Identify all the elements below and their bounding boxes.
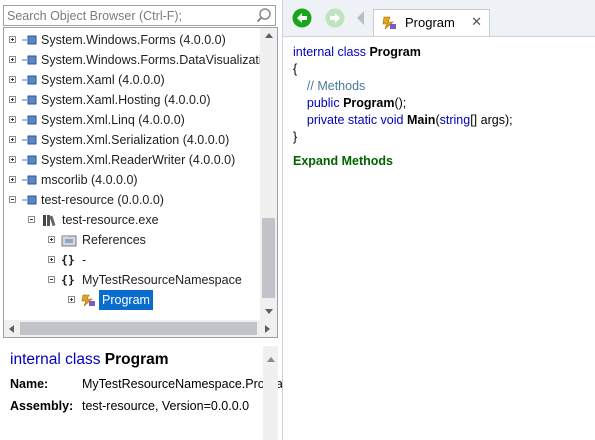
search-icon[interactable] [255, 7, 273, 24]
assembly-icon [22, 155, 37, 165]
expand-toggle[interactable] [9, 176, 16, 183]
assembly-icon [22, 75, 37, 85]
description-keyword: internal class [10, 351, 101, 368]
forward-arrow-icon[interactable] [325, 8, 345, 28]
navigation-toolbar: Program ✕ [283, 0, 595, 37]
tree-item-label: MyTestResourceNamespace [82, 273, 242, 287]
code-text: [] args); [470, 113, 513, 127]
scroll-up-arrow-icon[interactable] [267, 357, 275, 362]
code-line: internal class Program [293, 44, 513, 61]
tree-item-label: System.Xml.ReaderWriter (4.0.0.0) [41, 153, 236, 167]
tree-item-label: System.Xaml.Hosting (4.0.0.0) [41, 93, 211, 107]
code-text: (); [394, 96, 407, 110]
tree-item-label: References [82, 233, 146, 247]
expand-toggle[interactable] [9, 96, 16, 103]
code-member-name[interactable]: Main [407, 113, 435, 127]
scroll-right-arrow-icon[interactable] [265, 325, 270, 333]
collapse-toggle[interactable] [28, 216, 35, 223]
field-label: Assembly: [10, 399, 74, 413]
assembly-icon [22, 95, 37, 105]
expand-toggle[interactable] [9, 136, 16, 143]
search-box[interactable] [3, 5, 276, 26]
code-line: public Program(); [293, 95, 513, 112]
expand-toggle[interactable] [9, 56, 16, 63]
expand-toggle[interactable] [9, 116, 16, 123]
decompiled-code: internal class Program { // Methods publ… [293, 44, 513, 146]
tab-program[interactable]: Program ✕ [373, 9, 490, 36]
scroll-down-arrow-icon[interactable] [265, 309, 273, 314]
class-icon [81, 294, 95, 307]
code-line: } [293, 130, 298, 144]
assembly-icon [22, 175, 37, 185]
scroll-up-arrow-icon[interactable] [265, 33, 273, 38]
expand-toggle[interactable] [68, 296, 75, 303]
assembly-icon [22, 35, 37, 45]
expand-toggle[interactable] [9, 36, 16, 43]
class-icon [382, 16, 396, 30]
code-comment: // Methods [306, 79, 366, 93]
back-arrow-icon[interactable] [292, 8, 312, 28]
object-browser-panel: System.Windows.Forms (4.0.0.0) System.Wi… [0, 0, 293, 440]
references-folder-icon [61, 235, 77, 247]
expand-toggle[interactable] [9, 156, 16, 163]
description-name: Program [104, 351, 169, 368]
field-label: Name: [10, 377, 49, 391]
field-value: MyTestResourceNamespace.Program [82, 377, 294, 391]
tree-horizontal-scrollbar[interactable] [4, 320, 277, 337]
tree-item-label: test-resource.exe [62, 213, 159, 227]
tree-item-label: System.Xml.Serialization (4.0.0.0) [41, 133, 230, 147]
assembly-icon [22, 115, 37, 125]
namespace-icon: {} [61, 253, 75, 267]
scroll-thumb[interactable] [20, 322, 257, 335]
namespace-icon: {} [61, 273, 75, 287]
tree-item-label: System.Windows.Forms.DataVisualization [41, 53, 276, 67]
tree-item-label: System.Xml.Linq (4.0.0.0) [41, 113, 185, 127]
code-keyword: private static void [306, 113, 404, 127]
tree-item-label: test-resource (0.0.0.0) [41, 193, 164, 207]
tree-item-label-selected: Program [99, 290, 153, 310]
tree-item-label: System.Windows.Forms (4.0.0.0) [41, 33, 226, 47]
assembly-icon [22, 195, 37, 205]
code-keyword: internal class [293, 45, 366, 59]
description-scrollbar[interactable] [263, 346, 278, 440]
code-line: { [293, 62, 298, 76]
close-tab-icon[interactable]: ✕ [471, 14, 482, 30]
expand-toggle[interactable] [48, 236, 55, 243]
code-keyword[interactable]: string [440, 113, 471, 127]
code-line: private static void Main(string[] args); [293, 112, 513, 129]
code-line: // Methods [293, 78, 513, 95]
assembly-icon [22, 135, 37, 145]
collapse-toggle[interactable] [48, 276, 55, 283]
expand-toggle[interactable] [48, 256, 55, 263]
description-title: internal class Program [10, 351, 169, 369]
expand-methods-link[interactable]: Expand Methods [293, 154, 393, 168]
scroll-thumb[interactable] [262, 218, 275, 298]
tab-scroll-left-icon[interactable] [357, 11, 364, 25]
tree-vertical-scrollbar[interactable] [260, 28, 277, 321]
scroll-left-arrow-icon[interactable] [9, 325, 14, 333]
tree-item-label: mscorlib (4.0.0.0) [41, 173, 138, 187]
code-member-name[interactable]: Program [343, 96, 394, 110]
tree-item-label: System.Xaml (4.0.0.0) [41, 73, 165, 87]
code-keyword: public [306, 96, 340, 110]
module-icon [43, 215, 56, 227]
tree-item-label: - [82, 253, 87, 267]
tab-label: Program [405, 15, 455, 30]
field-value: test-resource, Version=0.0.0.0 [82, 399, 250, 413]
assembly-icon [22, 55, 37, 65]
expand-toggle[interactable] [9, 76, 16, 83]
search-input[interactable] [6, 7, 254, 24]
code-type-name[interactable]: Program [369, 45, 420, 59]
description-pane: internal class Program Name: MyTestResou… [0, 341, 293, 440]
assembly-tree[interactable]: System.Windows.Forms (4.0.0.0) System.Wi… [3, 27, 278, 338]
code-viewer-panel: Program ✕ internal class Program { // Me… [283, 0, 595, 440]
collapse-toggle[interactable] [9, 196, 16, 203]
